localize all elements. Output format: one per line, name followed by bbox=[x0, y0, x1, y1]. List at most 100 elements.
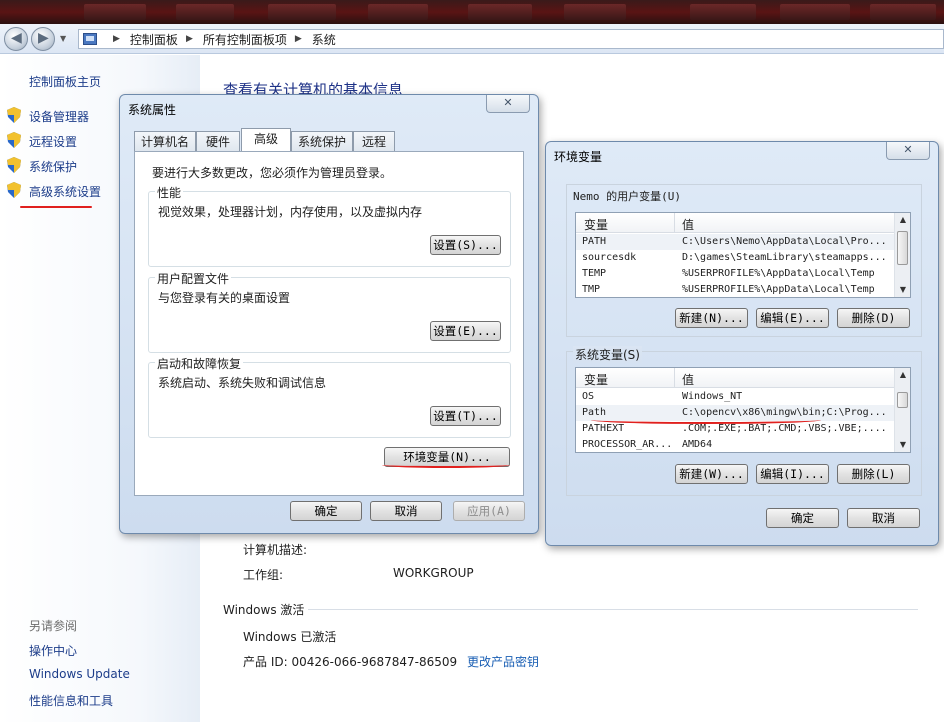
taskbar bbox=[0, 0, 944, 24]
system-variables-list[interactable]: 变量 值 OS Windows_NT Path C:\opencv\x86\ming… bbox=[575, 367, 911, 453]
scroll-up-icon[interactable]: ▲ bbox=[895, 368, 910, 382]
red-underline-annotation bbox=[20, 206, 92, 208]
taskbar-item[interactable] bbox=[564, 4, 626, 20]
column-divider[interactable] bbox=[674, 213, 675, 233]
breadcrumb-item[interactable]: 系统 bbox=[312, 31, 336, 48]
workgroup-value: WORKGROUP bbox=[393, 566, 474, 580]
arrow-right-icon: ▶ bbox=[38, 30, 49, 46]
list-item[interactable]: OS Windows_NT bbox=[576, 389, 896, 405]
tab-hardware[interactable]: 硬件 bbox=[196, 131, 240, 152]
startup-settings-button[interactable]: 设置(T)... bbox=[430, 406, 501, 426]
performance-group: 性能 视觉效果，处理器计划，内存使用，以及虚拟内存 设置(S)... bbox=[148, 184, 511, 267]
performance-settings-button[interactable]: 设置(S)... bbox=[430, 235, 501, 255]
group-description: 视觉效果，处理器计划，内存使用，以及虚拟内存 bbox=[158, 205, 423, 219]
remote-settings-link[interactable]: 远程设置 bbox=[29, 133, 77, 150]
tab-system-protection[interactable]: 系统保护 bbox=[291, 131, 353, 152]
group-description: 系统启动、系统失败和调试信息 bbox=[158, 376, 327, 390]
control-panel-home-link[interactable]: 控制面板主页 bbox=[29, 73, 101, 90]
column-header-variable[interactable]: 变量 bbox=[584, 216, 608, 233]
user-new-button[interactable]: 新建(N)... bbox=[675, 308, 748, 328]
list-item[interactable]: PATH C:\Users\Nemo\AppData\Local\Pro... bbox=[576, 234, 896, 250]
ok-button[interactable]: 确定 bbox=[290, 501, 362, 521]
performance-tools-link[interactable]: 性能信息和工具 bbox=[29, 692, 113, 709]
windows-update-link[interactable]: Windows Update bbox=[29, 667, 130, 681]
system-protection-link[interactable]: 系统保护 bbox=[29, 158, 77, 175]
tab-remote[interactable]: 远程 bbox=[353, 131, 395, 152]
taskbar-item[interactable] bbox=[870, 4, 936, 20]
ok-button[interactable]: 确定 bbox=[766, 508, 839, 528]
scroll-thumb[interactable] bbox=[897, 231, 908, 265]
group-title: Nemo 的用户变量(U) bbox=[573, 190, 681, 203]
list-item[interactable]: TMP %USERPROFILE%\AppData\Local\Temp bbox=[576, 282, 896, 297]
control-panel-icon bbox=[83, 33, 97, 45]
dialog-title: 系统属性 bbox=[128, 103, 177, 117]
activation-section-title: Windows 激活 bbox=[223, 603, 305, 617]
taskbar-item[interactable] bbox=[368, 4, 428, 20]
system-edit-button[interactable]: 编辑(I)... bbox=[756, 464, 829, 484]
recent-pages-dropdown-icon[interactable]: ▼ bbox=[60, 34, 66, 43]
uac-shield-icon bbox=[7, 132, 21, 148]
taskbar-item[interactable] bbox=[176, 4, 234, 20]
device-manager-link[interactable]: 设备管理器 bbox=[29, 108, 89, 125]
scrollbar[interactable]: ▲ ▼ bbox=[894, 368, 910, 452]
column-header-value[interactable]: 值 bbox=[682, 371, 694, 388]
taskbar-item[interactable] bbox=[268, 4, 336, 20]
system-delete-button[interactable]: 删除(L) bbox=[837, 464, 910, 484]
profiles-settings-button[interactable]: 设置(E)... bbox=[430, 321, 501, 341]
list-item[interactable]: sourcesdk D:\games\SteamLibrary\steamapps… bbox=[576, 250, 896, 266]
system-new-button[interactable]: 新建(W)... bbox=[675, 464, 748, 484]
user-delete-button[interactable]: 删除(D) bbox=[837, 308, 910, 328]
forward-button[interactable]: ▶ bbox=[31, 27, 55, 51]
group-title: 启动和故障恢复 bbox=[155, 355, 244, 372]
list-item[interactable]: PROCESSOR_AR... AMD64 bbox=[576, 437, 896, 452]
scrollbar[interactable]: ▲ ▼ bbox=[894, 213, 910, 297]
scroll-up-icon[interactable]: ▲ bbox=[895, 213, 910, 227]
group-title: 性能 bbox=[155, 184, 184, 201]
column-header-value[interactable]: 值 bbox=[682, 216, 694, 233]
uac-shield-icon bbox=[7, 107, 21, 123]
close-icon: ✕ bbox=[503, 96, 513, 109]
taskbar-item[interactable] bbox=[780, 4, 850, 20]
change-product-key-link[interactable]: 更改产品密钥 bbox=[467, 653, 539, 670]
back-button[interactable]: ◀ bbox=[4, 27, 28, 51]
user-variables-list[interactable]: 变量 值 PATH C:\Users\Nemo\AppData\Local\Pro… bbox=[575, 212, 911, 298]
column-header-variable[interactable]: 变量 bbox=[584, 371, 608, 388]
group-title: 用户配置文件 bbox=[155, 270, 232, 287]
scroll-down-icon[interactable]: ▼ bbox=[895, 438, 910, 452]
chevron-right-icon: ▶ bbox=[113, 34, 120, 44]
red-underline-annotation bbox=[591, 416, 821, 424]
cancel-button[interactable]: 取消 bbox=[847, 508, 920, 528]
tab-advanced[interactable]: 高级 bbox=[241, 128, 291, 153]
advanced-system-settings-link[interactable]: 高级系统设置 bbox=[29, 183, 101, 200]
breadcrumb[interactable]: ▶ 控制面板 ▶ 所有控制面板项 ▶ 系统 bbox=[78, 29, 944, 49]
taskbar-item[interactable] bbox=[84, 4, 146, 20]
activation-status: Windows 已激活 bbox=[243, 630, 337, 644]
close-button[interactable]: ✕ bbox=[486, 95, 530, 113]
breadcrumb-item[interactable]: 控制面板 bbox=[130, 31, 178, 48]
cancel-button[interactable]: 取消 bbox=[370, 501, 442, 521]
taskbar-item[interactable] bbox=[690, 4, 756, 20]
system-variables-group: 系统变量(S) 变量 值 OS Windows_NT Path C:\opencv\… bbox=[566, 346, 922, 496]
workgroup-label: 工作组: bbox=[243, 568, 284, 582]
user-edit-button[interactable]: 编辑(E)... bbox=[756, 308, 829, 328]
list-header: 变量 值 bbox=[576, 213, 896, 233]
list-item[interactable]: TEMP %USERPROFILE%\AppData\Local\Temp bbox=[576, 266, 896, 282]
apply-button[interactable]: 应用(A) bbox=[453, 501, 525, 521]
arrow-left-icon: ◀ bbox=[11, 30, 22, 46]
column-divider[interactable] bbox=[674, 368, 675, 388]
group-description: 与您登录有关的桌面设置 bbox=[158, 291, 291, 305]
uac-shield-icon bbox=[7, 157, 21, 173]
breadcrumb-item[interactable]: 所有控制面板项 bbox=[203, 31, 287, 48]
tab-computer-name[interactable]: 计算机名 bbox=[134, 131, 196, 152]
scroll-down-icon[interactable]: ▼ bbox=[895, 283, 910, 297]
scroll-thumb[interactable] bbox=[897, 392, 908, 408]
uac-shield-icon bbox=[7, 182, 21, 198]
action-center-link[interactable]: 操作中心 bbox=[29, 642, 77, 659]
admin-note: 要进行大多数更改，您必须作为管理员登录。 bbox=[152, 166, 393, 180]
system-properties-dialog: 系统属性 ✕ 计算机名 硬件 高级 系统保护 远程 要进行大多数更改，您必须作为… bbox=[119, 94, 539, 534]
chevron-right-icon: ▶ bbox=[294, 34, 302, 44]
startup-recovery-group: 启动和故障恢复 系统启动、系统失败和调试信息 设置(T)... bbox=[148, 355, 511, 438]
taskbar-item[interactable] bbox=[468, 4, 532, 20]
chevron-right-icon: ▶ bbox=[185, 34, 193, 44]
close-button[interactable]: ✕ bbox=[886, 142, 930, 160]
